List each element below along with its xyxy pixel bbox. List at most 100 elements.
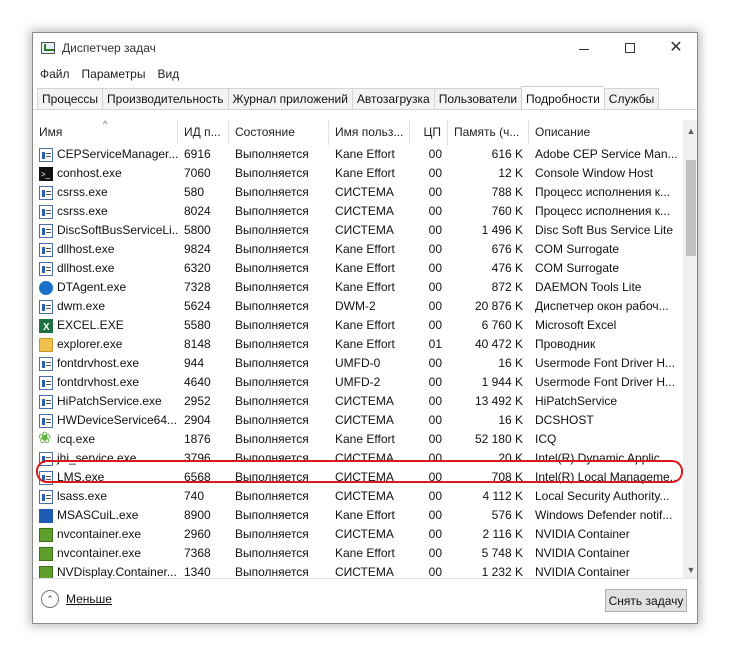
process-memory: 16 K (498, 413, 523, 427)
table-row[interactable]: dllhost.exe 9824 Выполняется Kane Effort 00 6… (33, 240, 683, 259)
process-user: Kane Effort (335, 261, 395, 275)
process-user: Kane Effort (335, 280, 395, 294)
table-row[interactable]: HiPatchService.exe 2952 Выполняется СИСТЕМА… (33, 392, 683, 411)
table-row[interactable]: DTAgent.exe 7328 Выполняется Kane Effort 00 8… (33, 278, 683, 297)
scroll-up-icon[interactable]: ▲ (683, 122, 697, 139)
process-std-icon (39, 223, 53, 238)
process-state: Выполняется (235, 546, 309, 560)
minimize-button[interactable] (561, 33, 607, 63)
tab-startup[interactable]: Автозагрузка (351, 88, 434, 109)
table-row[interactable]: LMS.exe 6568 Выполняется СИСТЕМА 00 708 K Inte… (33, 468, 683, 487)
fewer-details-button[interactable]: ⌃ Меньше (41, 590, 112, 608)
scroll-down-icon[interactable]: ▼ (683, 561, 697, 578)
process-memory: 1 944 K (481, 375, 523, 389)
table-row[interactable]: HWDeviceService64.... 2904 Выполняется СИСТ… (33, 411, 683, 430)
process-state: Выполняется (235, 261, 309, 275)
process-name: NVDisplay.Container... (33, 563, 178, 578)
table-row[interactable]: fontdrvhost.exe 4640 Выполняется UMFD-2 00 1 … (33, 373, 683, 392)
process-state: Выполняется (235, 337, 309, 351)
process-memory: 1 496 K (481, 223, 523, 237)
process-memory: 12 K (498, 166, 523, 180)
column-header-state[interactable]: Состояние (229, 120, 329, 145)
tab-details[interactable]: Подробности (521, 86, 604, 110)
table-row[interactable]: csrss.exe 580 Выполняется СИСТЕМА 00 788 K Про… (33, 183, 683, 202)
process-state: Выполняется (235, 375, 309, 389)
table-row[interactable]: CEPServiceManager.... 6916 Выполняется Kane… (33, 145, 683, 164)
scroll-thumb[interactable] (686, 160, 696, 256)
table-row[interactable]: dwm.exe 5624 Выполняется DWM-2 00 20 876 K Дис… (33, 297, 683, 316)
title-bar[interactable]: Диспетчер задач ✕ (33, 33, 697, 63)
column-header-memory[interactable]: Память (ч... (448, 120, 529, 145)
tab-users[interactable]: Пользователи (433, 88, 522, 109)
table-row[interactable]: csrss.exe 8024 Выполняется СИСТЕМА 00 760 K Пр… (33, 202, 683, 221)
column-header-description[interactable]: Описание (529, 120, 683, 145)
process-description: Проводник (535, 337, 596, 351)
table-row[interactable]: icq.exe 1876 Выполняется Kane Effort 00 52 18… (33, 430, 683, 449)
tab-services[interactable]: Службы (603, 88, 660, 109)
process-pid: 3796 (184, 451, 211, 465)
process-name: dllhost.exe (33, 259, 178, 278)
process-name-text: nvcontainer.exe (57, 546, 142, 560)
tab-processes[interactable]: Процессы (37, 88, 103, 109)
column-header-name[interactable]: ^ Имя (33, 120, 178, 145)
menu-file[interactable]: Файл (40, 67, 70, 81)
process-name: nvcontainer.exe (33, 525, 178, 544)
process-cpu: 00 (428, 413, 442, 427)
vertical-scrollbar[interactable]: ▲ ▼ (683, 120, 697, 578)
process-cpu: 00 (428, 527, 442, 541)
process-description: NVIDIA Container (535, 565, 630, 578)
menu-options[interactable]: Параметры (82, 67, 146, 81)
table-row[interactable]: nvcontainer.exe 7368 Выполняется Kane Effor… (33, 544, 683, 563)
process-std-icon (39, 470, 53, 485)
tab-performance[interactable]: Производительность (102, 88, 228, 109)
process-state: Выполняется (235, 489, 309, 503)
menu-bar: Файл Параметры Вид (33, 64, 191, 84)
process-std-icon (39, 261, 53, 276)
process-cpu: 00 (428, 432, 442, 446)
process-pid: 7368 (184, 546, 211, 560)
column-header-cpu[interactable]: ЦП (410, 120, 448, 145)
table-row[interactable]: EXCEL.EXE 5580 Выполняется Kane Effort 00 6 7… (33, 316, 683, 335)
process-state: Выполняется (235, 318, 309, 332)
process-state: Выполняется (235, 185, 309, 199)
table-row[interactable]: explorer.exe 8148 Выполняется Kane Effort 01… (33, 335, 683, 354)
process-defender-icon (39, 508, 53, 523)
menu-view[interactable]: Вид (157, 67, 179, 81)
process-name: MSASCuiL.exe (33, 506, 178, 525)
process-state: Выполняется (235, 565, 309, 578)
table-body: CEPServiceManager.... 6916 Выполняется Kane… (33, 145, 683, 578)
process-name: EXCEL.EXE (33, 316, 178, 335)
process-pid: 2904 (184, 413, 211, 427)
table-row[interactable]: dllhost.exe 6320 Выполняется Kane Effort 00 4… (33, 259, 683, 278)
table-row[interactable]: NVDisplay.Container... 1340 Выполняется СИС… (33, 563, 683, 578)
process-pid: 8024 (184, 204, 211, 218)
table-row[interactable]: lsass.exe 740 Выполняется СИСТЕМА 00 4 112 K L… (33, 487, 683, 506)
process-memory: 708 K (491, 470, 523, 484)
column-header-pid[interactable]: ИД п... (178, 120, 229, 145)
process-description: Usermode Font Driver H... (535, 375, 676, 389)
end-task-button[interactable]: Снять задачу (605, 589, 687, 612)
table-row[interactable]: jhi_service.exe 3796 Выполняется СИСТЕМА 00 2… (33, 449, 683, 468)
tab-app-history[interactable]: Журнал приложений (227, 88, 352, 109)
table-row[interactable]: DiscSoftBusServiceLi... 5800 Выполняется СИ… (33, 221, 683, 240)
table-row[interactable]: conhost.exe 7060 Выполняется Kane Effort 00 1… (33, 164, 683, 183)
process-user: UMFD-0 (335, 356, 381, 370)
table-row[interactable]: fontdrvhost.exe 944 Выполняется UMFD-0 00 16 … (33, 354, 683, 373)
process-description: Disc Soft Bus Service Lite (535, 223, 674, 237)
close-icon: ✕ (669, 39, 683, 56)
process-cpu: 00 (428, 546, 442, 560)
process-name: HiPatchService.exe (33, 392, 178, 411)
process-state: Выполняется (235, 356, 309, 370)
process-memory: 52 180 K (474, 432, 523, 446)
column-header-user[interactable]: Имя польз... (329, 120, 410, 145)
process-name: jhi_service.exe (33, 449, 178, 468)
process-pid: 944 (184, 356, 205, 370)
process-name-text: explorer.exe (57, 337, 123, 351)
process-name: csrss.exe (33, 202, 178, 221)
maximize-button[interactable] (607, 33, 653, 63)
process-state: Выполняется (235, 527, 309, 541)
table-row[interactable]: MSASCuiL.exe 8900 Выполняется Kane Effort 00… (33, 506, 683, 525)
sort-ascending-icon: ^ (103, 120, 108, 129)
table-row[interactable]: nvcontainer.exe 2960 Выполняется СИСТЕМА 00 2… (33, 525, 683, 544)
close-button[interactable]: ✕ (653, 33, 697, 63)
